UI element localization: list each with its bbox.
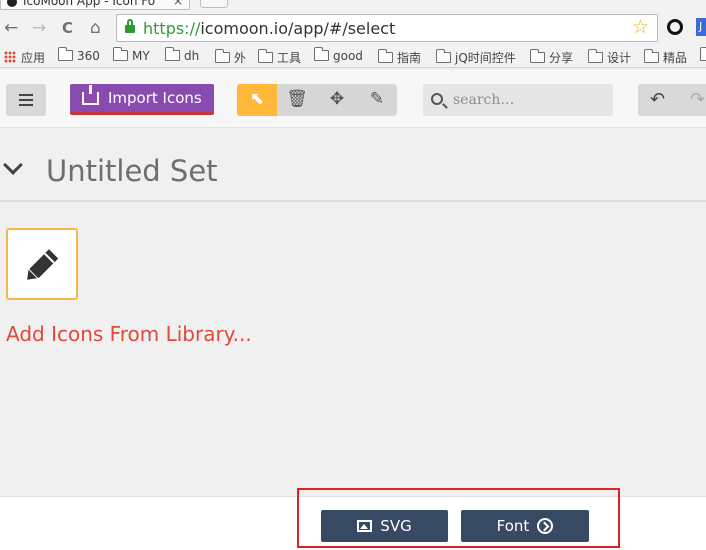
folder-icon xyxy=(699,47,706,61)
bookmark-folder[interactable]: 设计 xyxy=(587,49,631,66)
folder-icon xyxy=(112,47,128,61)
hamburger-icon xyxy=(19,94,33,96)
pencil-icon xyxy=(29,250,57,279)
folder-icon xyxy=(57,47,73,61)
extension-j-icon[interactable]: J xyxy=(696,18,706,36)
app-toolbar: Import Icons ⬉ 🗑 ✥ ✎ ↶ ↷ xyxy=(0,70,706,128)
bookmark-folder[interactable]: 指南 xyxy=(377,49,421,66)
icomoon-favicon-icon xyxy=(7,0,17,7)
bookmark-folder[interactable]: jQ时间控件 xyxy=(435,49,516,66)
apps-grid-icon xyxy=(4,51,16,63)
back-icon[interactable]: ← xyxy=(4,18,18,38)
folder-icon xyxy=(164,47,180,61)
bookmark-folder[interactable]: 外 xyxy=(214,49,246,66)
search-input[interactable] xyxy=(451,90,601,110)
search-icon xyxy=(431,93,443,105)
lock-icon xyxy=(125,19,135,33)
folder-icon xyxy=(529,49,545,63)
search-box xyxy=(423,84,613,116)
add-icons-from-library-link[interactable]: Add Icons From Library... xyxy=(6,322,252,346)
move-tool-button[interactable]: ✥ xyxy=(317,84,357,116)
folder-icon xyxy=(257,49,273,63)
bookmark-star-icon[interactable]: ☆ xyxy=(632,16,649,38)
import-icons-label: Import Icons xyxy=(108,89,202,107)
browser-tab[interactable]: IcoMoon App - Icon Fo × xyxy=(0,0,190,10)
folder-icon xyxy=(587,49,603,63)
bookmark-folder[interactable]: 360 xyxy=(57,47,100,63)
trash-icon: 🗑 xyxy=(286,89,308,109)
bookmark-folder[interactable]: 分享 xyxy=(529,49,573,66)
browser-toolbar: ← → C ⌂ https://icomoon.io/app/#/select xyxy=(0,10,706,46)
folder-icon xyxy=(313,47,329,61)
bookmark-folder[interactable]: dh xyxy=(164,47,199,63)
import-icons-button[interactable]: Import Icons xyxy=(70,84,214,115)
set-title[interactable]: Untitled Set xyxy=(46,154,218,188)
pencil-icon: ✎ xyxy=(369,89,385,109)
tab-title: IcoMoon App - Icon Fo xyxy=(23,0,156,8)
bookmark-folder[interactable]: 工具 xyxy=(257,49,301,66)
cursor-icon: ⬉ xyxy=(249,89,265,109)
folder-icon xyxy=(214,49,230,63)
bookmarks-bar: 应用 360 MY dh 外 工具 good 指南 jQ时间控件 分享 设计 精… xyxy=(0,46,706,68)
browser-tab-strip: IcoMoon App - Icon Fo × xyxy=(0,0,706,10)
home-icon[interactable]: ⌂ xyxy=(90,18,101,38)
bookmark-folder[interactable]: good xyxy=(313,47,363,63)
folder-icon xyxy=(377,49,393,63)
tool-mode-group: ⬉ 🗑 ✥ ✎ xyxy=(237,84,397,116)
edit-tool-button[interactable]: ✎ xyxy=(357,84,397,116)
folder-icon xyxy=(643,49,659,63)
move-icon: ✥ xyxy=(329,89,345,109)
address-bar[interactable]: https://icomoon.io/app/#/select xyxy=(116,14,658,42)
extension-icon[interactable] xyxy=(667,19,683,35)
selected-icon-tile[interactable] xyxy=(6,228,78,300)
history-group: ↶ ↷ xyxy=(638,84,706,116)
tab-close-icon[interactable]: × xyxy=(173,0,183,9)
main-menu-button[interactable] xyxy=(6,84,46,116)
upload-icon xyxy=(82,85,99,105)
url-text: https://icomoon.io/app/#/select xyxy=(143,19,396,38)
bookmark-apps[interactable]: 应用 xyxy=(4,49,45,66)
icon-set-header: Untitled Set xyxy=(0,128,706,202)
new-tab-button[interactable] xyxy=(200,0,228,8)
select-tool-button[interactable]: ⬉ xyxy=(237,84,277,116)
reload-icon[interactable]: C xyxy=(62,19,73,37)
bookmark-folder[interactable]: 精品 xyxy=(643,49,687,66)
undo-icon[interactable]: ↶ xyxy=(650,89,665,110)
delete-tool-button[interactable]: 🗑 xyxy=(277,84,317,116)
forward-icon[interactable]: → xyxy=(32,18,46,38)
redo-icon[interactable]: ↷ xyxy=(690,89,705,110)
collapse-chevron-icon[interactable] xyxy=(3,155,23,175)
folder-icon xyxy=(435,49,451,63)
bookmark-folder[interactable]: A xyxy=(699,47,706,63)
bookmark-folder[interactable]: MY xyxy=(112,47,150,63)
annotation-highlight-box xyxy=(297,488,620,548)
